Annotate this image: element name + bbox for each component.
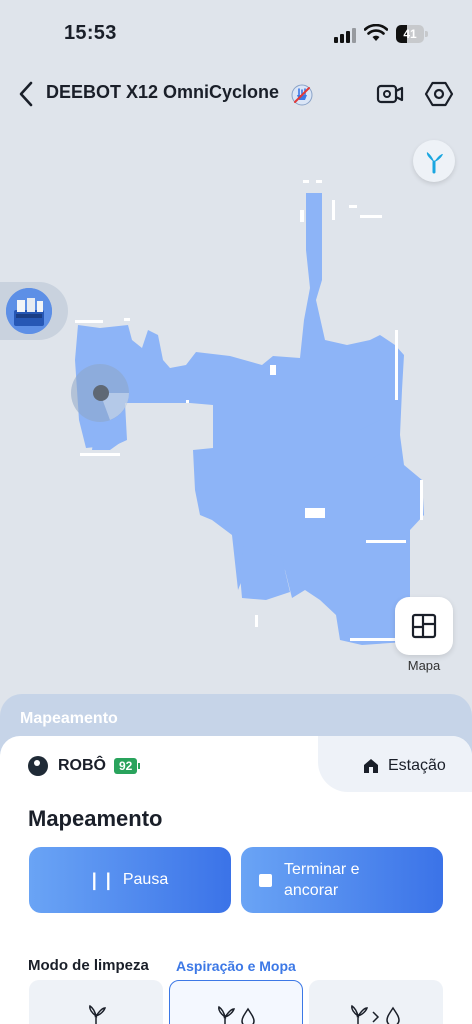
vacuum-icon <box>89 1004 107 1024</box>
map-button-label: Mapa <box>407 658 441 673</box>
mode-option-vacuum-and-mop[interactable] <box>169 980 303 1024</box>
cleaning-map <box>71 180 424 645</box>
home-icon <box>364 759 378 773</box>
robot-battery-badge: 92 <box>114 758 138 774</box>
stop-icon <box>259 873 272 887</box>
wifi-icon <box>364 24 388 41</box>
battery-badge-cap <box>138 763 141 769</box>
status-time: 15:53 <box>64 22 117 44</box>
cleaning-mode-value: Aspiração e Mopa <box>176 958 296 974</box>
pause-icon: | | <box>91 869 113 890</box>
pause-button[interactable]: | | Pausa <box>29 847 231 913</box>
vacuum-then-mop-icon <box>351 1004 400 1024</box>
finish-button-label: Terminar e ancorar <box>284 861 360 899</box>
station-tab-label: Estação <box>388 757 446 774</box>
video-camera-button[interactable] <box>375 80 405 108</box>
floor-area <box>75 193 424 645</box>
map-button[interactable] <box>395 597 453 655</box>
no-mop-icon <box>291 84 313 106</box>
finish-and-dock-button[interactable]: Terminar e ancorar <box>241 847 443 913</box>
cellular-signal-icon <box>334 27 356 43</box>
section-title: Mapeamento <box>28 806 163 831</box>
pause-button-label: Pausa <box>122 871 169 888</box>
mode-option-vacuum-then-mop[interactable] <box>309 980 443 1024</box>
back-button[interactable] <box>14 78 40 110</box>
robot-tab-label: ROBÔ <box>58 757 106 774</box>
robot-icon <box>28 756 48 776</box>
battery-icon: 41 <box>396 25 428 43</box>
status-bar: 15:53 41 <box>0 0 472 60</box>
settings-button[interactable] <box>424 79 454 109</box>
vacuum-and-mop-icon <box>218 1005 255 1024</box>
tab-robot[interactable]: ROBÔ 92 <box>28 752 141 780</box>
tab-station[interactable]: Estação <box>362 754 446 778</box>
device-title: DEEBOT X12 OmniCyclone <box>46 82 280 102</box>
battery-percent: 41 <box>403 27 417 41</box>
robot-position-marker <box>71 364 129 422</box>
cleaning-mode-label: Modo de limpeza <box>28 957 149 974</box>
floor-plan-icon <box>411 613 437 639</box>
mode-option-vacuum[interactable] <box>29 980 163 1024</box>
mapping-status-label: Mapeamento <box>20 710 118 727</box>
